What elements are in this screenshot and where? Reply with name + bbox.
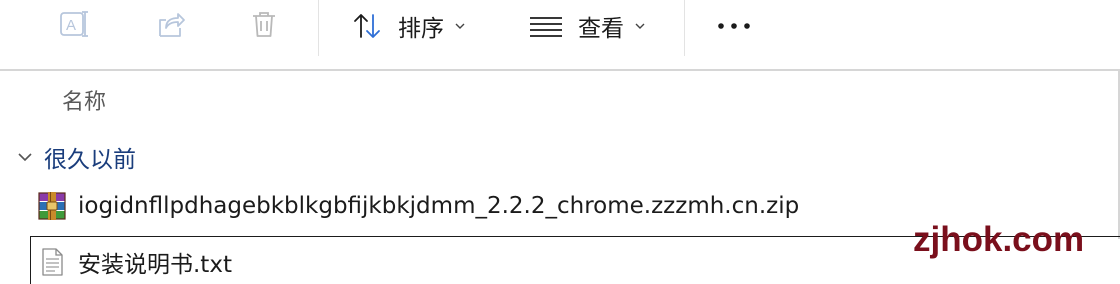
share-icon[interactable] bbox=[154, 8, 186, 40]
file-name: iogidnfllpdhagebkblkgbfijkbkjdmm_2.2.2_c… bbox=[78, 193, 800, 219]
toolbar-divider bbox=[318, 0, 319, 56]
sort-button[interactable]: 排序 bbox=[352, 6, 466, 46]
group-header[interactable]: 很久以前 bbox=[16, 142, 136, 173]
delete-icon[interactable] bbox=[248, 8, 280, 40]
winrar-archive-icon bbox=[38, 192, 66, 220]
list-item[interactable]: 安装说明书.txt bbox=[36, 246, 232, 278]
watermark: zjhok.com bbox=[913, 220, 1085, 259]
chevron-down-icon bbox=[635, 23, 645, 29]
view-icon bbox=[530, 17, 562, 37]
more-icon[interactable] bbox=[716, 10, 750, 42]
chevron-down-icon bbox=[18, 153, 32, 162]
command-bar: A 排序 查看 bbox=[0, 0, 1120, 70]
toolbar-divider bbox=[684, 0, 685, 56]
chevron-down-icon bbox=[455, 23, 465, 29]
view-label: 查看 bbox=[578, 16, 624, 42]
text-file-icon bbox=[42, 248, 63, 276]
header-divider bbox=[0, 69, 1120, 71]
svg-text:A: A bbox=[66, 17, 76, 34]
list-item[interactable]: iogidnfllpdhagebkblkgbfijkbkjdmm_2.2.2_c… bbox=[36, 190, 799, 222]
column-header-name[interactable]: 名称 bbox=[62, 84, 106, 116]
sort-label: 排序 bbox=[398, 16, 444, 42]
file-name: 安装说明书.txt bbox=[78, 252, 232, 278]
group-label: 很久以前 bbox=[44, 147, 136, 173]
view-button[interactable]: 查看 bbox=[528, 6, 646, 46]
sort-icon bbox=[354, 14, 380, 38]
rename-icon[interactable]: A bbox=[58, 8, 90, 40]
